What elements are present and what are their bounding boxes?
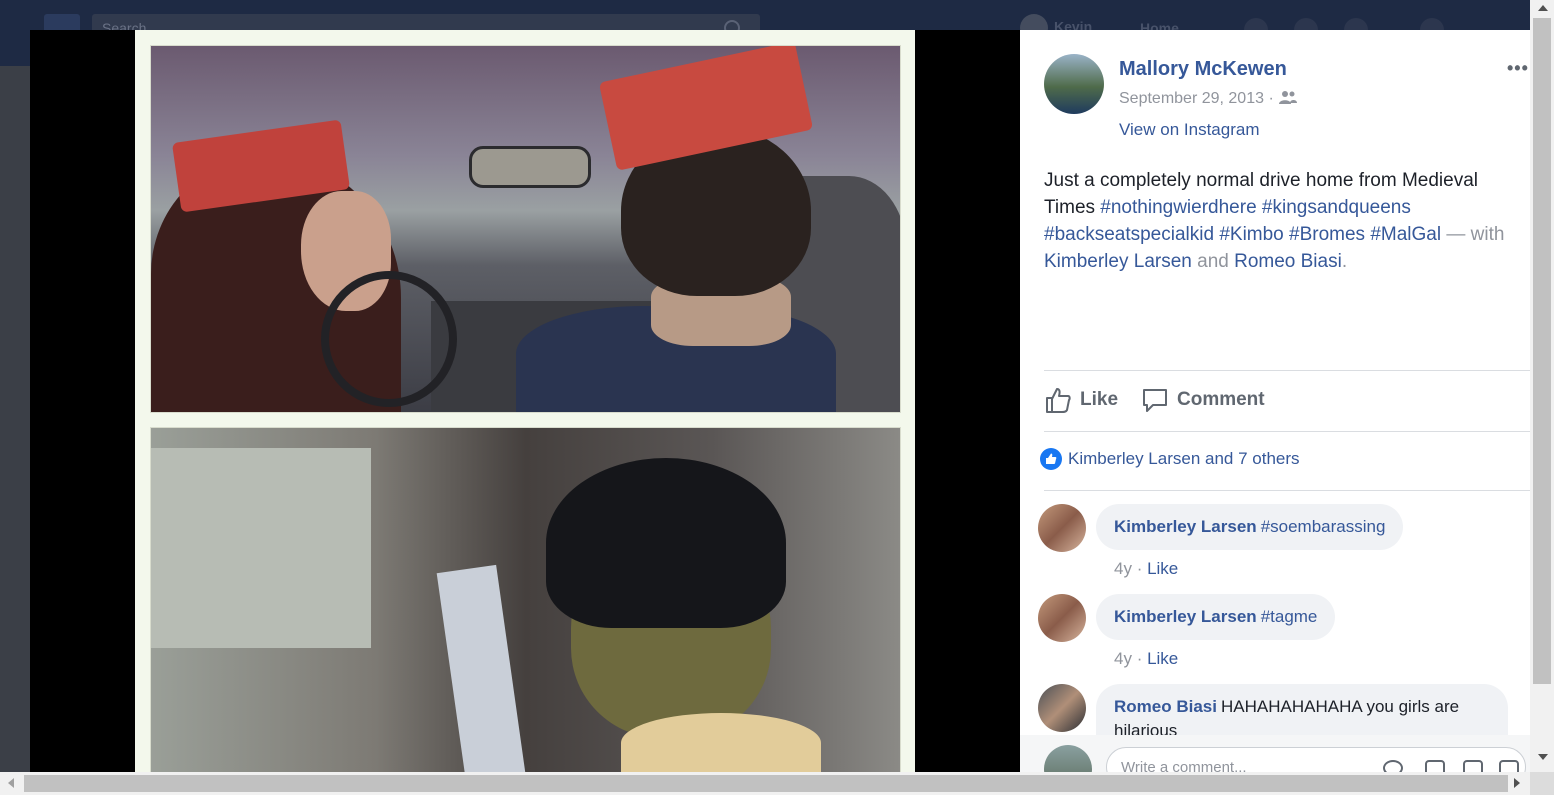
post-side-panel: Mallory McKewen September 29, 2013 · Vie… [1020,30,1530,772]
caption-end: . [1341,251,1348,272]
comment-bubble: Kimberley Larsen #soembarassing [1096,504,1404,550]
comment-age[interactable]: 4y [1114,649,1132,668]
comment-like-link[interactable]: Like [1147,559,1178,578]
reaction-summary-text: Kimberley Larsen and 7 others [1068,449,1300,468]
scroll-down-arrow-icon[interactable] [1538,754,1548,760]
photo-hair [621,713,821,772]
divider [1044,431,1530,432]
photo-steering-wheel [321,271,457,407]
photo-seatbelt [436,564,526,772]
photo-helmet [546,458,786,628]
like-reaction-icon [1040,448,1062,470]
thumbs-up-icon [1046,388,1071,413]
camera-icon[interactable] [1425,760,1445,772]
reaction-summary[interactable]: Kimberley Larsen and 7 others [1040,448,1300,470]
comment-meta: 4y · Like [1114,649,1179,668]
tagged-person-link[interactable]: Kimberley Larsen [1044,251,1192,272]
page-overlay [0,66,30,772]
horizontal-scroll-thumb[interactable] [24,775,1508,792]
hashtag-link[interactable]: #kingsandqueens [1262,197,1411,218]
write-comment-input[interactable]: Write a comment... [1106,747,1526,772]
photo-bottom-panel [150,427,901,772]
hashtag-link[interactable]: #Bromes [1289,224,1365,245]
scroll-left-arrow-icon[interactable] [8,778,14,788]
like-label: Like [1080,389,1119,410]
photo-theater [30,30,1020,772]
hashtag-link[interactable]: #MalGal [1370,224,1441,245]
divider [1044,370,1530,371]
write-comment-placeholder: Write a comment... [1121,759,1247,772]
comment-text[interactable]: #soembarassing [1261,517,1386,536]
author-avatar[interactable] [1044,54,1104,114]
gif-icon[interactable] [1463,760,1483,772]
comment-button[interactable]: Comment [1141,382,1265,418]
tagged-person-link[interactable]: Romeo Biasi [1234,251,1342,272]
author-name[interactable]: Mallory McKewen [1119,58,1287,81]
photo-car-window [151,448,371,648]
photo-rearview-mirror [469,146,591,188]
comment-text: HAHAHAHAHAHA you girls are [1220,697,1460,716]
hashtag-link[interactable]: #Kimbo [1219,224,1283,245]
post-caption: Just a completely normal drive home from… [1044,167,1530,275]
comment-bubble: Kimberley Larsen #tagme [1096,594,1336,640]
commenter-avatar[interactable] [1038,684,1086,732]
comment-meta: 4y · Like [1114,559,1179,578]
hashtag-link[interactable]: #nothingwierdhere [1100,197,1256,218]
comment-label: Comment [1177,389,1265,410]
post-timestamp: September 29, 2013 · [1119,90,1298,108]
comment-like-link[interactable]: Like [1147,649,1178,668]
comment-author[interactable]: Kimberley Larsen [1114,607,1257,626]
comment-author[interactable]: Romeo Biasi [1114,697,1217,716]
hashtag-link[interactable]: #backseatspecialkid [1044,224,1214,245]
sticker-icon[interactable] [1499,760,1519,772]
caption-with: — with [1441,224,1505,245]
caption-and: and [1191,251,1235,272]
divider [1044,490,1530,491]
friends-icon [1279,91,1298,104]
emoji-icon[interactable] [1383,760,1403,772]
comment-icon [1143,389,1167,412]
scrollbar-corner [1530,772,1554,795]
scroll-up-arrow-icon[interactable] [1538,5,1548,11]
post-photo[interactable] [135,30,915,772]
vertical-scroll-thumb[interactable] [1533,18,1551,684]
post-date-text[interactable]: September 29, 2013 · [1119,90,1278,107]
commenter-avatar[interactable] [1038,504,1086,552]
photo-top-panel [150,45,901,413]
view-on-instagram-link[interactable]: View on Instagram [1119,120,1259,140]
like-button[interactable]: Like [1044,382,1118,418]
scroll-right-arrow-icon[interactable] [1514,778,1520,788]
comment-text[interactable]: #tagme [1261,607,1318,626]
comment-age[interactable]: 4y [1114,559,1132,578]
commenter-avatar[interactable] [1038,594,1086,642]
comment-author[interactable]: Kimberley Larsen [1114,517,1257,536]
more-options-icon[interactable]: ••• [1507,58,1529,79]
